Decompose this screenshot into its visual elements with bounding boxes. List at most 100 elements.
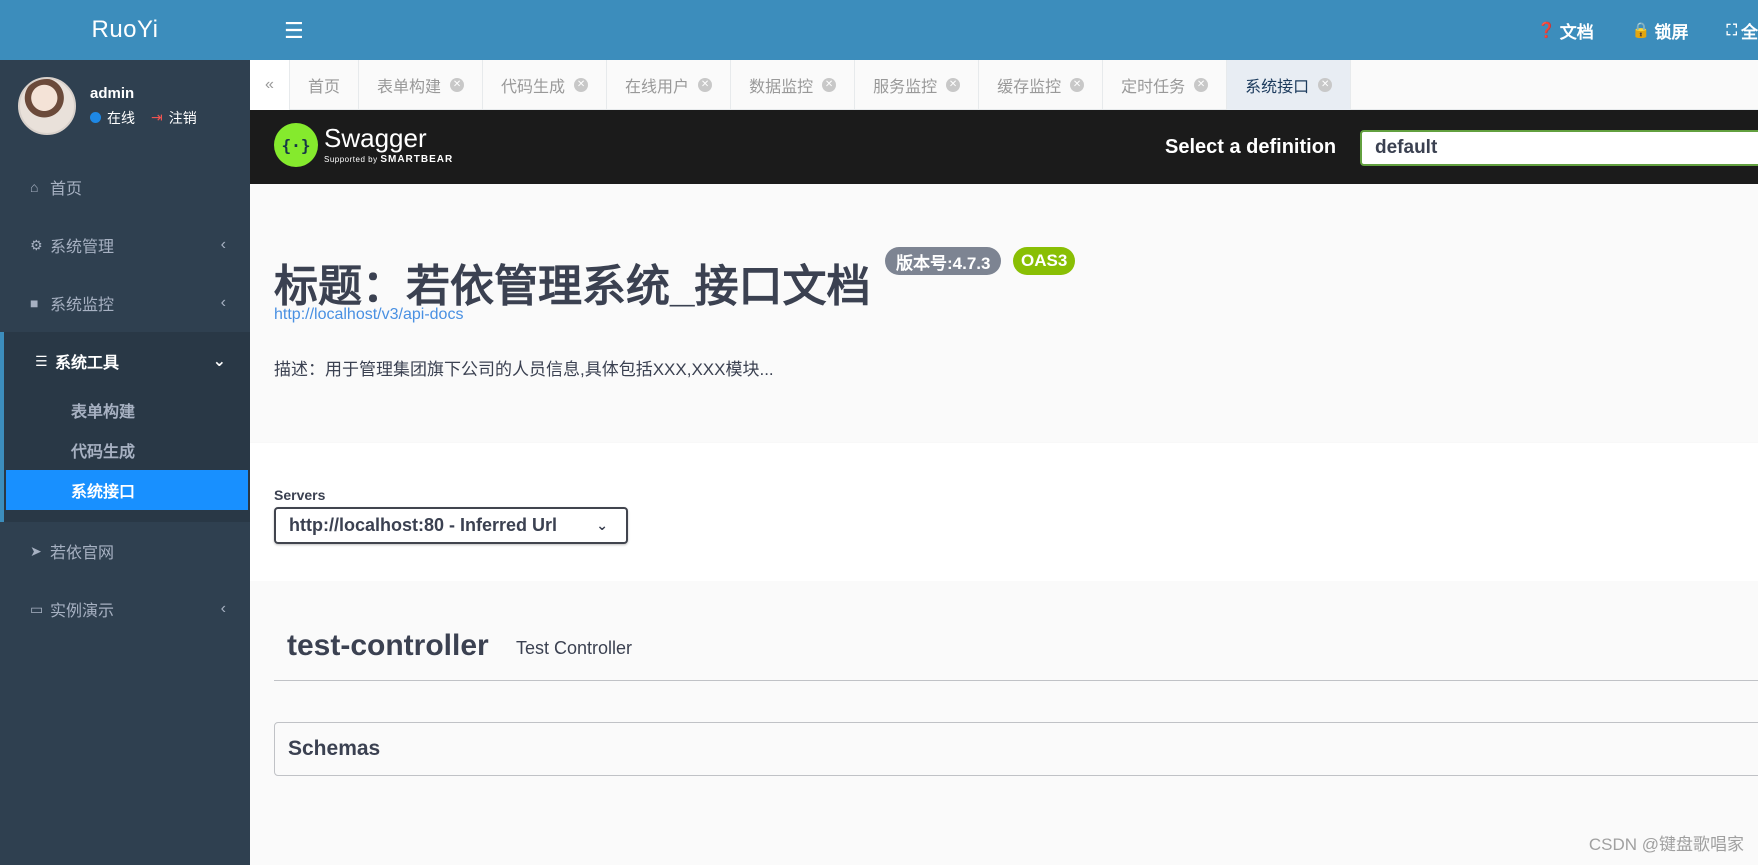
close-icon[interactable]: ✕: [574, 78, 589, 92]
tab-system-api[interactable]: 系统接口 ✕: [1227, 60, 1352, 110]
bars-icon: ☰: [35, 352, 48, 369]
sidebar-item-label: 若依官网: [50, 545, 115, 562]
close-icon[interactable]: ✕: [1318, 78, 1333, 92]
sidebar-item-system-api[interactable]: 系统接口: [6, 470, 248, 510]
submenu-system-tools: 表单构建 代码生成 系统接口: [0, 390, 250, 522]
sidebar: RuoYi admin 在线 ⇥ 注销 ⌂ 首页 ⚙ 系统管理 ‹ ■ 系统监控…: [0, 0, 250, 865]
tab-online-users[interactable]: 在线用户 ✕: [607, 60, 732, 110]
logout-icon[interactable]: ⇥: [151, 109, 163, 126]
servers-select[interactable]: http://localhost:80 - Inferred Url ⌄: [274, 507, 628, 544]
chevron-left-icon: ‹: [220, 236, 226, 253]
sidebar-item-form-build[interactable]: 表单构建: [4, 390, 250, 430]
api-description: 描述：用于管理集团旗下公司的人员信息,具体包括XXX,XXX模块...: [274, 360, 774, 379]
online-status: 在线: [107, 109, 135, 126]
close-icon[interactable]: ✕: [1070, 78, 1085, 92]
docs-label: 文档: [1559, 22, 1594, 42]
user-info: admin 在线 ⇥ 注销: [90, 85, 197, 128]
lock-label: 锁屏: [1654, 22, 1689, 42]
sidebar-item-label: 首页: [50, 181, 83, 198]
logout-link[interactable]: 注销: [169, 108, 197, 128]
operations-section: test-controller Test Controller Schemas: [250, 581, 1758, 865]
menu-toggle-icon[interactable]: ☰: [284, 18, 304, 44]
close-icon[interactable]: ✕: [698, 78, 713, 92]
close-icon[interactable]: ✕: [946, 78, 961, 92]
lock-screen-link[interactable]: 🔒 锁屏: [1632, 18, 1689, 43]
api-info: 标题：若依管理系统_接口文档 版本号:4.7.3 OAS3 http://loc…: [250, 184, 1758, 443]
api-docs-link[interactable]: http://localhost/v3/api-docs: [274, 306, 463, 324]
servers-select-value: http://localhost:80 - Inferred Url: [289, 515, 558, 535]
swagger-logo-text: Swagger Supported by SMARTBEAR: [324, 125, 453, 165]
tab-data-monitor[interactable]: 数据监控 ✕: [731, 60, 856, 110]
sidebar-menu: ⌂ 首页 ⚙ 系统管理 ‹ ■ 系统监控 ‹ ☰ 系统工具 ⌄ 表单构建 代码生…: [0, 158, 250, 638]
sidebar-item-label: 系统工具: [55, 355, 120, 372]
sidebar-item-code-gen[interactable]: 代码生成: [4, 430, 250, 470]
gear-icon: ⚙: [30, 236, 43, 253]
docs-link[interactable]: ❓ 文档: [1537, 18, 1594, 43]
close-icon[interactable]: ✕: [450, 78, 465, 92]
tab-label: 定时任务: [1121, 79, 1186, 96]
close-icon[interactable]: ✕: [822, 78, 837, 92]
tab-service-monitor[interactable]: 服务监控 ✕: [855, 60, 980, 110]
tab-label: 服务监控: [873, 79, 938, 96]
home-icon: ⌂: [30, 179, 39, 195]
tab-label: 系统接口: [1245, 79, 1310, 96]
tab-label: 代码生成: [501, 79, 566, 96]
sidebar-item-system-monitor[interactable]: ■ 系统监控 ‹: [0, 274, 250, 332]
schemas-section[interactable]: Schemas: [274, 722, 1758, 776]
lock-icon: 🔒: [1631, 22, 1651, 39]
swagger-logo-sub: Supported by SMARTBEAR: [324, 154, 454, 165]
user-status: 在线 ⇥ 注销: [90, 108, 197, 128]
tag-description: Test Controller: [516, 638, 633, 658]
user-name: admin: [90, 84, 135, 102]
version-badge: 版本号:4.7.3: [885, 247, 1002, 275]
question-circle-icon: ❓: [1537, 22, 1556, 39]
definition-select[interactable]: default: [1360, 130, 1758, 166]
swagger-logo-title: Swagger: [324, 123, 427, 153]
swagger-braces-icon: {·}: [274, 123, 318, 167]
swagger-content: {·} Swagger Supported by SMARTBEAR Selec…: [250, 110, 1758, 865]
watermark: CSDN @键盘歌唱家: [1588, 835, 1744, 854]
sidebar-item-system-tools[interactable]: ☰ 系统工具 ⌄: [0, 332, 250, 390]
sidebar-item-label: 系统监控: [50, 297, 115, 314]
desktop-icon: ▭: [30, 600, 44, 617]
video-icon: ■: [30, 295, 39, 311]
tab-label: 表单构建: [377, 79, 442, 96]
sidebar-item-official-site[interactable]: ➤ 若依官网: [0, 522, 250, 580]
api-title: 标题：若依管理系统_接口文档: [274, 262, 871, 311]
send-icon: ➤: [30, 542, 42, 559]
sidebar-item-home[interactable]: ⌂ 首页: [0, 158, 250, 216]
chevron-left-icon: ‹: [220, 600, 226, 617]
chevron-down-icon: ⌄: [212, 353, 226, 370]
fullscreen-label: 全: [1741, 22, 1758, 42]
sidebar-item-demo[interactable]: ▭ 实例演示 ‹: [0, 580, 250, 638]
tabs-scroll-left-icon[interactable]: «: [250, 60, 290, 110]
chevron-left-icon: ‹: [220, 294, 226, 311]
divider: [274, 680, 1758, 681]
page-tabs: « 首页 表单构建 ✕ 代码生成 ✕ 在线用户 ✕ 数据监控 ✕ 服务监控 ✕ 缓存监控 ✕…: [250, 60, 1758, 110]
tab-scheduled-tasks[interactable]: 定时任务 ✕: [1103, 60, 1228, 110]
tab-label: 数据监控: [749, 79, 814, 96]
tab-home[interactable]: 首页: [290, 60, 360, 110]
app-logo[interactable]: RuoYi: [0, 0, 250, 60]
servers-section: Servers http://localhost:80 - Inferred U…: [250, 443, 1758, 581]
swagger-topbar: {·} Swagger Supported by SMARTBEAR Selec…: [250, 110, 1758, 184]
swagger-logo[interactable]: {·} Swagger Supported by SMARTBEAR: [274, 123, 453, 167]
sidebar-item-system-management[interactable]: ⚙ 系统管理 ‹: [0, 216, 250, 274]
close-icon[interactable]: ✕: [1194, 78, 1209, 92]
tab-cache-monitor[interactable]: 缓存监控 ✕: [979, 60, 1104, 110]
top-navbar: ☰ ❓ 文档 🔒 锁屏 ⛶ 全: [250, 0, 1758, 60]
tag-title[interactable]: test-controller: [287, 629, 489, 663]
avatar[interactable]: [18, 77, 76, 135]
fullscreen-link[interactable]: ⛶ 全: [1726, 18, 1758, 43]
sidebar-item-label: 实例演示: [50, 603, 115, 620]
tab-label: 在线用户: [625, 79, 690, 96]
servers-label: Servers: [274, 487, 326, 503]
sidebar-item-label: 系统管理: [50, 239, 115, 256]
expand-icon: ⛶: [1726, 21, 1737, 39]
chevron-down-icon: ⌄: [596, 517, 608, 533]
online-dot-icon: [90, 112, 101, 123]
tab-code-gen[interactable]: 代码生成 ✕: [483, 60, 608, 110]
user-panel: admin 在线 ⇥ 注销: [0, 60, 250, 152]
tab-form-build[interactable]: 表单构建 ✕: [359, 60, 484, 110]
tab-label: 首页: [308, 79, 341, 96]
